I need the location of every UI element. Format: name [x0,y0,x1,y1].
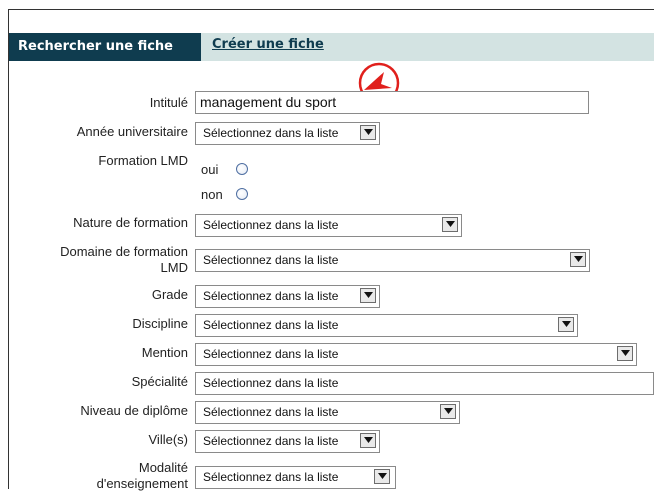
chevron-down-icon[interactable] [558,317,574,332]
niveau-label: Niveau de diplôme [80,403,188,418]
modalite-label-line2: d'enseignement [96,476,188,491]
specialite-select[interactable]: Sélectionnez dans la liste [195,372,654,395]
formation-lmd-non-label: non [201,187,223,202]
intitule-input[interactable]: management du sport [195,91,589,114]
chevron-down-icon[interactable] [360,125,376,140]
domaine-label-line2: LMD [160,260,188,275]
modalite-select[interactable]: Sélectionnez dans la liste [195,466,396,489]
chevron-down-icon[interactable] [617,346,633,361]
tab-search[interactable]: Rechercher une fiche [9,33,201,61]
discipline-label: Discipline [132,316,188,331]
grade-select[interactable]: Sélectionnez dans la liste [195,285,380,308]
formation-lmd-oui-label: oui [201,162,219,177]
formation-lmd-oui-radio[interactable] [236,163,248,175]
annee-label: Année universitaire [76,124,188,139]
grade-label: Grade [151,287,188,302]
mention-label: Mention [141,345,188,360]
grade-value: Sélectionnez dans la liste [203,289,339,303]
specialite-value: Sélectionnez dans la liste [203,376,339,390]
intitule-label: Intitulé [149,95,188,110]
villes-select[interactable]: Sélectionnez dans la liste [195,430,380,453]
villes-label: Ville(s) [148,432,189,447]
mention-value: Sélectionnez dans la liste [203,347,339,361]
chevron-down-icon[interactable] [360,288,376,303]
formation-lmd-label: Formation LMD [98,153,188,168]
annee-select[interactable]: Sélectionnez dans la liste [195,122,380,145]
chevron-down-icon[interactable] [374,469,390,484]
nature-select[interactable]: Sélectionnez dans la liste [195,214,462,237]
chevron-down-icon[interactable] [570,252,586,267]
discipline-select[interactable]: Sélectionnez dans la liste [195,314,578,337]
domaine-value: Sélectionnez dans la liste [203,253,339,267]
discipline-value: Sélectionnez dans la liste [203,318,339,332]
tab-create[interactable]: Créer une fiche [212,33,324,61]
niveau-select[interactable]: Sélectionnez dans la liste [195,401,460,424]
specialite-label: Spécialité [131,374,188,389]
nature-label: Nature de formation [73,215,188,230]
villes-value: Sélectionnez dans la liste [203,434,339,448]
tab-bar: Rechercher une fiche Créer une fiche [9,33,654,61]
modalite-value: Sélectionnez dans la liste [203,470,339,484]
domaine-select[interactable]: Sélectionnez dans la liste [195,249,590,272]
chevron-down-icon[interactable] [440,404,456,419]
annee-value: Sélectionnez dans la liste [203,126,339,140]
formation-lmd-non-radio[interactable] [236,188,248,200]
chevron-down-icon[interactable] [360,433,376,448]
niveau-value: Sélectionnez dans la liste [203,405,339,419]
nature-value: Sélectionnez dans la liste [203,218,339,232]
modalite-label-line1: Modalité [138,460,188,475]
mention-select[interactable]: Sélectionnez dans la liste [195,343,637,366]
chevron-down-icon[interactable] [442,217,458,232]
domaine-label-line1: Domaine de formation [60,244,188,259]
